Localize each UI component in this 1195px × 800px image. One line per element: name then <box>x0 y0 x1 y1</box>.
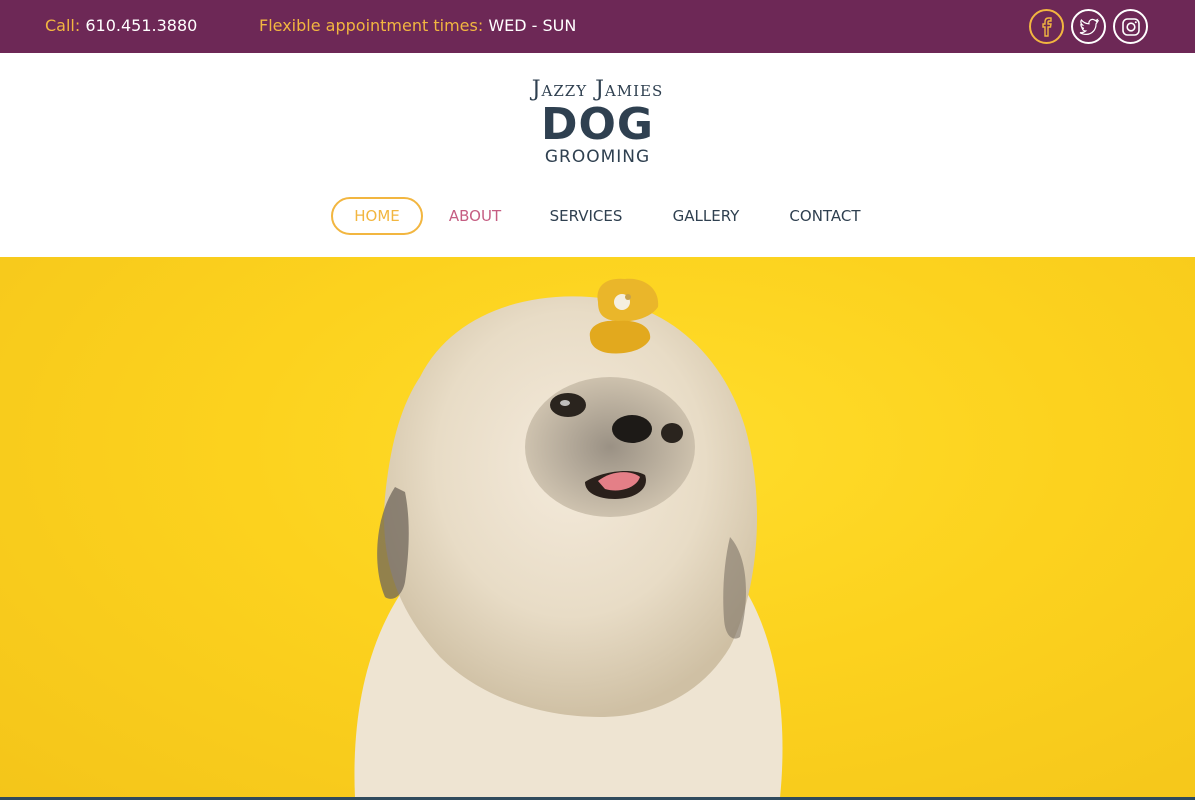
top-bar: Call: 610.451.3880 Flexible appointment … <box>0 0 1195 53</box>
nav-contact[interactable]: CONTACT <box>780 197 870 235</box>
nav-home[interactable]: HOME <box>331 197 423 235</box>
logo-main-text: DOG <box>540 99 655 150</box>
site-logo[interactable]: Jazzy Jamies DOG GROOMING <box>0 77 1195 167</box>
hero-banner <box>0 257 1195 798</box>
nav-about[interactable]: ABOUT <box>438 197 512 235</box>
twitter-icon <box>1079 17 1099 35</box>
facebook-button[interactable] <box>1029 9 1064 44</box>
appointment-label: Flexible appointment times: <box>259 16 484 35</box>
nav-services[interactable]: SERVICES <box>540 197 632 235</box>
logo-sub-text: GROOMING <box>544 147 651 167</box>
appointment-days: WED - SUN <box>488 16 577 35</box>
instagram-button[interactable] <box>1113 9 1148 44</box>
hero-dog-image <box>354 278 783 798</box>
phone-info: Call: 610.451.3880 <box>45 16 197 35</box>
main-nav: HOME ABOUT SERVICES GALLERY CONTACT <box>0 197 1195 235</box>
instagram-icon <box>1121 17 1140 36</box>
twitter-button[interactable] <box>1071 9 1106 44</box>
appointment-info: Flexible appointment times: WED - SUN <box>259 16 576 35</box>
nav-gallery[interactable]: GALLERY <box>665 197 747 235</box>
phone-number[interactable]: 610.451.3880 <box>85 16 197 35</box>
facebook-icon <box>1041 16 1052 37</box>
call-label: Call: <box>45 16 81 35</box>
site-header: Jazzy Jamies DOG GROOMING HOME ABOUT SER… <box>0 53 1195 257</box>
